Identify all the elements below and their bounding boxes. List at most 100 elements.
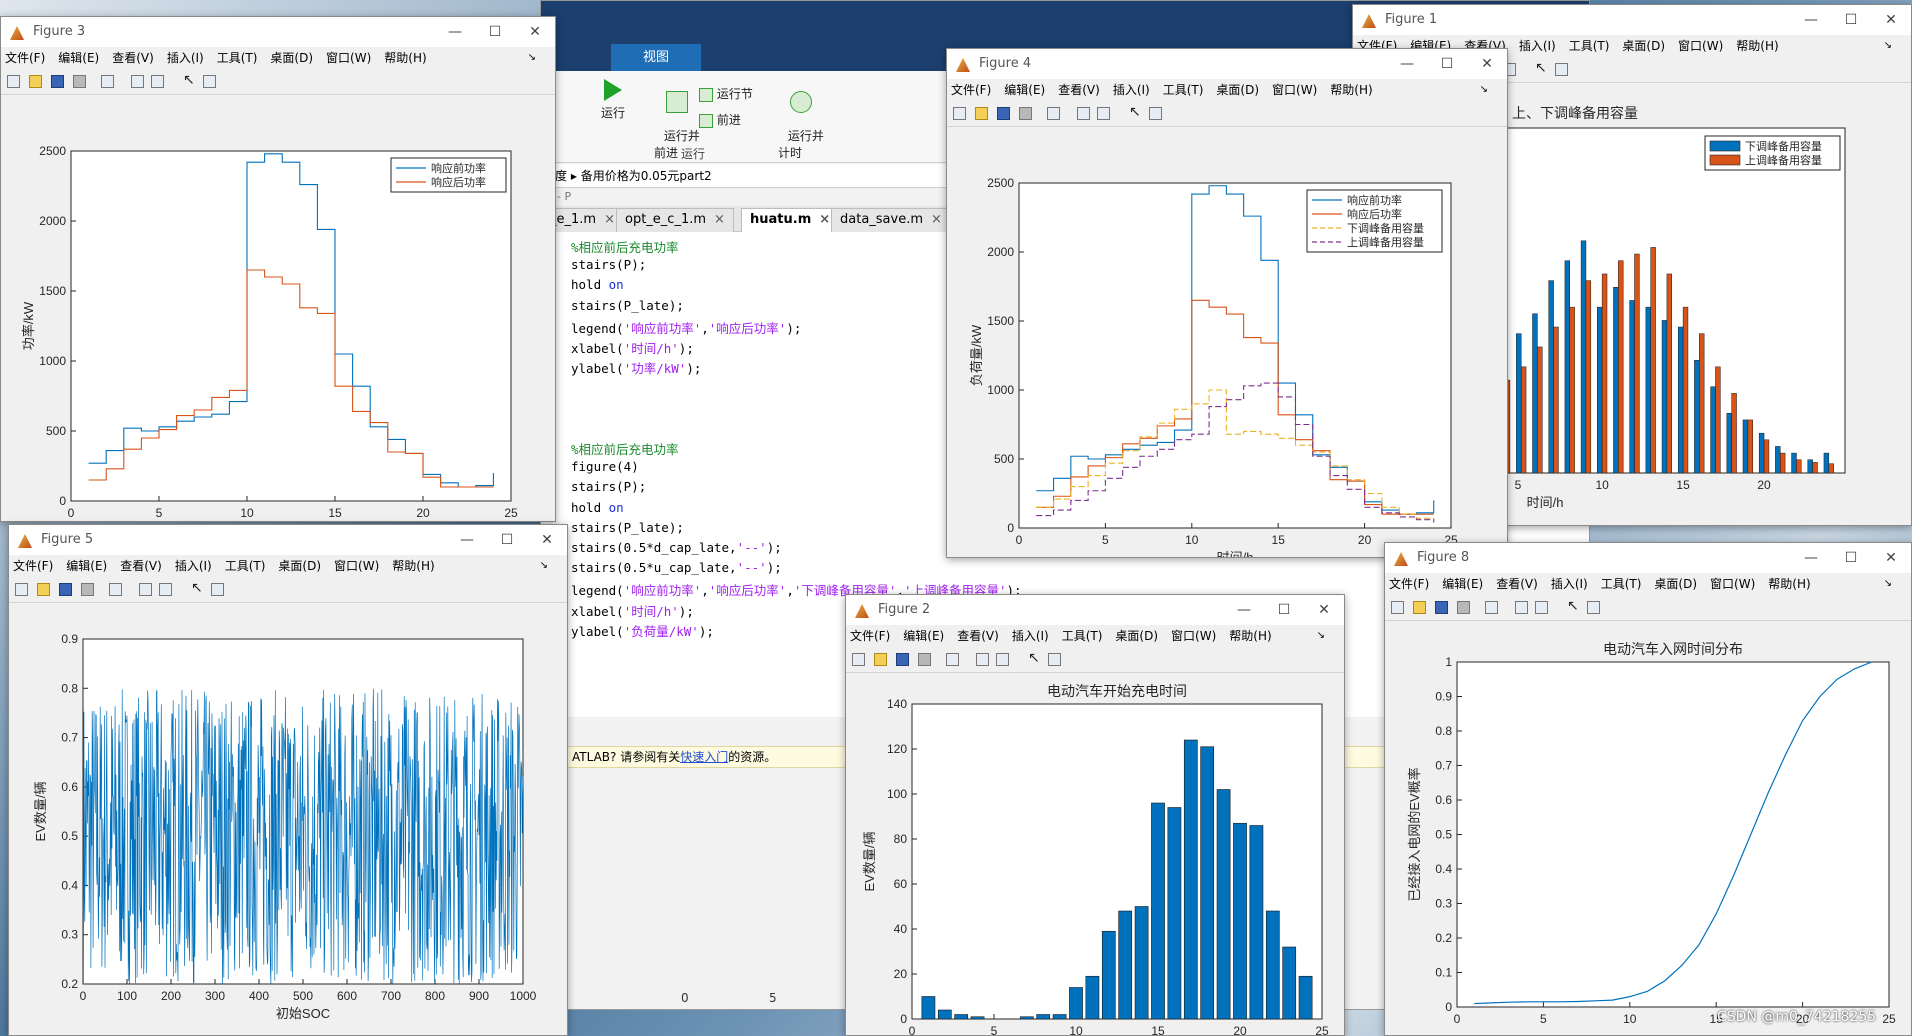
menu-item[interactable]: 桌面(D) — [1654, 577, 1697, 591]
close-tab-icon[interactable]: × — [819, 212, 830, 227]
menu-item[interactable]: 帮助(H) — [392, 559, 434, 573]
close-button[interactable]: ✕ — [1467, 49, 1507, 79]
minimize-button[interactable]: — — [447, 525, 487, 555]
open-file-icon[interactable] — [975, 107, 988, 120]
dock-arrow-icon[interactable]: ↘ — [1480, 79, 1488, 101]
tab-editor-file[interactable]: huatu.m × — [741, 208, 840, 232]
menu-item[interactable]: 窗口(W) — [1272, 83, 1317, 97]
close-button[interactable]: ✕ — [527, 525, 567, 555]
menu-item[interactable]: 桌面(D) — [270, 51, 313, 65]
menu-item[interactable]: 编辑(E) — [1004, 83, 1045, 97]
menu-item[interactable]: 窗口(W) — [1710, 577, 1755, 591]
menu-item[interactable]: 帮助(H) — [1768, 577, 1810, 591]
link-plot-icon[interactable] — [101, 75, 114, 88]
legend-icon[interactable] — [159, 583, 172, 596]
colorbar-icon[interactable] — [1515, 601, 1528, 614]
property-editor-icon[interactable] — [1149, 107, 1162, 120]
title-bar[interactable]: Figure 2 — ☐ ✕ — [846, 595, 1344, 625]
menu-item[interactable]: 桌面(D) — [1115, 629, 1158, 643]
close-tab-icon[interactable]: × — [931, 212, 942, 227]
minimize-button[interactable]: — — [435, 17, 475, 47]
maximize-button[interactable]: ☐ — [1427, 49, 1467, 79]
figure-plot-area[interactable]: 0 5 10 15 20 25 0 0.1 0.2 0.3 0.4 0.5 0.6 0.7 0.8 0.9 1 已… — [1385, 622, 1911, 1035]
open-file-icon[interactable] — [874, 653, 887, 666]
close-button[interactable]: ✕ — [1871, 543, 1911, 573]
menu-item[interactable]: 插入(I) — [175, 559, 212, 573]
maximize-button[interactable]: ☐ — [1264, 595, 1304, 625]
menu-item[interactable]: 桌面(D) — [278, 559, 321, 573]
menu-item[interactable]: 工具(T) — [225, 559, 266, 573]
close-button[interactable]: ✕ — [515, 17, 555, 47]
menu-item[interactable]: 文件(F) — [951, 83, 991, 97]
figure-5-window[interactable]: Figure 5 — ☐ ✕ 文件(F) 编辑(E) 查看(V) 插入(I) 工具(T) 桌面(D… — [8, 524, 568, 1036]
dock-arrow-icon[interactable]: ↘ — [1884, 573, 1892, 595]
menu-item[interactable]: 窗口(W) — [334, 559, 379, 573]
figure-plot-area[interactable]: 0510152025020406080100120140时间/hEV数量/辆电动… — [846, 674, 1344, 1035]
close-tab-icon[interactable]: × — [604, 212, 615, 227]
menu-item[interactable]: 工具(T) — [1601, 577, 1642, 591]
colorbar-icon[interactable] — [1077, 107, 1090, 120]
print-icon[interactable] — [81, 583, 94, 596]
dock-arrow-icon[interactable]: ↘ — [1884, 35, 1892, 57]
title-bar[interactable]: Figure 1 — ☐ ✕ — [1353, 5, 1911, 35]
tab-view[interactable]: 视图 — [611, 44, 701, 71]
pointer-icon[interactable]: ↖ — [1567, 599, 1580, 613]
link-plot-icon[interactable] — [1047, 107, 1060, 120]
run-time-button[interactable]: 运行并 计时 — [765, 77, 824, 175]
menu-item[interactable]: 编辑(E) — [66, 559, 107, 573]
figure-plot-area[interactable]: 051015202505001000150020002500时间/h负荷量/kW… — [947, 128, 1507, 557]
new-figure-icon[interactable] — [852, 653, 865, 666]
menu-item[interactable]: 插入(I) — [1519, 39, 1556, 53]
menu-item[interactable]: 帮助(H) — [1736, 39, 1778, 53]
run-button[interactable]: 运行 — [593, 79, 633, 121]
legend-icon[interactable] — [151, 75, 164, 88]
menu-item[interactable]: 工具(T) — [1163, 83, 1204, 97]
maximize-button[interactable]: ☐ — [1831, 543, 1871, 573]
menu-item[interactable]: 插入(I) — [1551, 577, 1588, 591]
menu-item[interactable]: 工具(T) — [217, 51, 258, 65]
open-file-icon[interactable] — [1413, 601, 1426, 614]
menu-item[interactable]: 桌面(D) — [1622, 39, 1665, 53]
advance-button[interactable]: 前进 — [699, 111, 769, 128]
print-icon[interactable] — [1019, 107, 1032, 120]
minimize-button[interactable]: — — [1224, 595, 1264, 625]
new-figure-icon[interactable] — [953, 107, 966, 120]
link-plot-icon[interactable] — [109, 583, 122, 596]
menu-item[interactable]: 窗口(W) — [1678, 39, 1723, 53]
menu-item[interactable]: 帮助(H) — [1330, 83, 1372, 97]
new-figure-icon[interactable] — [15, 583, 28, 596]
new-figure-icon[interactable] — [1391, 601, 1404, 614]
save-icon[interactable] — [997, 107, 1010, 120]
menu-item[interactable]: 插入(I) — [1012, 629, 1049, 643]
close-button[interactable]: ✕ — [1304, 595, 1344, 625]
menu-item[interactable]: 文件(F) — [13, 559, 53, 573]
print-icon[interactable] — [918, 653, 931, 666]
link-plot-icon[interactable] — [1485, 601, 1498, 614]
figure-plot-area[interactable]: 0 100 200 300 400 500 600 700 800 900 1000 0.2 0.3 0.… — [9, 604, 567, 1035]
menu-item[interactable]: 查看(V) — [957, 629, 999, 643]
pointer-icon[interactable]: ↖ — [191, 581, 204, 595]
close-button[interactable]: ✕ — [1871, 5, 1911, 35]
menu-item[interactable]: 文件(F) — [1389, 577, 1429, 591]
maximize-button[interactable]: ☐ — [475, 17, 515, 47]
colorbar-icon[interactable] — [131, 75, 144, 88]
menu-item[interactable]: 编辑(E) — [58, 51, 99, 65]
quick-start-link[interactable]: 快速入门 — [680, 750, 728, 764]
title-bar[interactable]: Figure 4 — ☐ ✕ — [947, 49, 1507, 79]
minimize-button[interactable]: — — [1387, 49, 1427, 79]
pointer-icon[interactable]: ↖ — [183, 73, 196, 87]
print-icon[interactable] — [73, 75, 86, 88]
maximize-button[interactable]: ☐ — [1831, 5, 1871, 35]
title-bar[interactable]: Figure 3 — ☐ ✕ — [1, 17, 555, 47]
menu-item[interactable]: 文件(F) — [5, 51, 45, 65]
menu-item[interactable]: 桌面(D) — [1216, 83, 1259, 97]
property-editor-icon[interactable] — [1048, 653, 1061, 666]
menu-item[interactable]: 窗口(W) — [326, 51, 371, 65]
property-editor-icon[interactable] — [211, 583, 224, 596]
title-bar[interactable]: Figure 5 — ☐ ✕ — [9, 525, 567, 555]
pointer-icon[interactable]: ↖ — [1535, 61, 1548, 75]
figure-2-window[interactable]: Figure 2 — ☐ ✕ 文件(F) 编辑(E) 查看(V) 插入(I) 工具(T) 桌面(D… — [845, 594, 1345, 1036]
property-editor-icon[interactable] — [1587, 601, 1600, 614]
menu-item[interactable]: 窗口(W) — [1171, 629, 1216, 643]
menu-item[interactable]: 插入(I) — [167, 51, 204, 65]
